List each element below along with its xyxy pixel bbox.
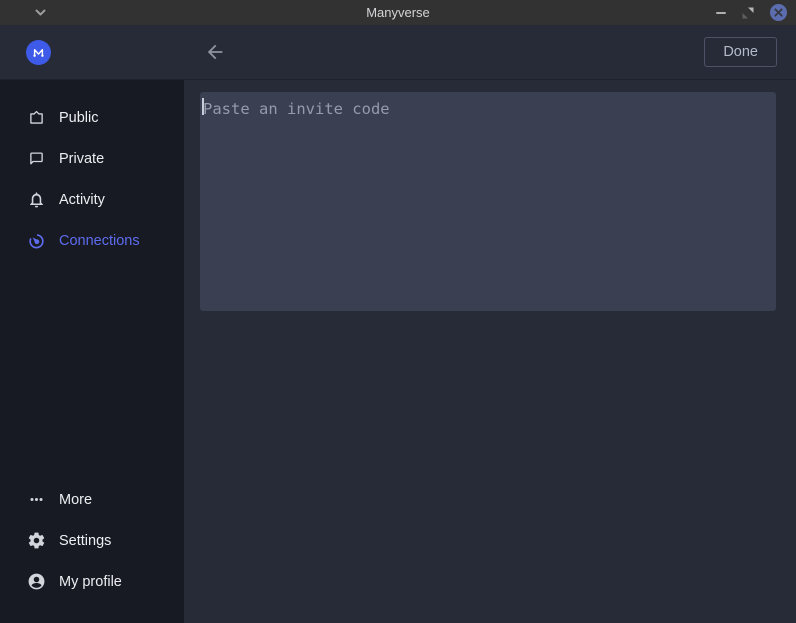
sidebar-spacer — [0, 261, 184, 479]
sidebar: Public Private Activity — [0, 80, 184, 623]
sidebar-item-label: Activity — [59, 192, 105, 208]
sidebar-item-label: Settings — [59, 533, 111, 549]
window-controls — [716, 0, 787, 25]
gauge-icon — [27, 231, 46, 250]
titlebar: Manyverse — [0, 0, 796, 25]
invite-code-input[interactable] — [200, 92, 776, 311]
account-circle-icon — [27, 572, 46, 591]
sidebar-item-public[interactable]: Public — [0, 97, 184, 138]
header: Done — [0, 25, 796, 80]
done-button[interactable]: Done — [704, 37, 777, 67]
app-body: Public Private Activity — [0, 80, 796, 623]
arrow-left-icon — [204, 41, 226, 63]
sidebar-item-activity[interactable]: Activity — [0, 179, 184, 220]
sidebar-item-settings[interactable]: Settings — [0, 520, 184, 561]
message-outline-icon — [27, 149, 46, 168]
window-menu-button[interactable] — [34, 8, 47, 17]
sidebar-item-label: Private — [59, 151, 104, 167]
sidebar-item-label: Connections — [59, 233, 140, 249]
manyverse-logo — [26, 40, 51, 65]
sidebar-item-label: My profile — [59, 574, 122, 590]
close-icon[interactable] — [770, 4, 787, 21]
back-button[interactable] — [202, 39, 228, 65]
minimize-icon[interactable] — [716, 12, 726, 14]
dots-horizontal-icon — [27, 490, 46, 509]
sidebar-item-my-profile[interactable]: My profile — [0, 561, 184, 602]
bell-outline-icon — [27, 190, 46, 209]
chevron-down-icon — [34, 8, 47, 17]
sidebar-item-label: More — [59, 492, 92, 508]
sidebar-item-private[interactable]: Private — [0, 138, 184, 179]
gear-icon — [27, 531, 46, 550]
window-title: Manyverse — [0, 5, 796, 20]
main-content — [184, 80, 796, 623]
home-outline-icon — [27, 108, 46, 127]
logo-zone — [0, 40, 184, 65]
sidebar-item-more[interactable]: More — [0, 479, 184, 520]
sidebar-item-connections[interactable]: Connections — [0, 220, 184, 261]
sidebar-item-label: Public — [59, 110, 99, 126]
restore-icon[interactable] — [742, 7, 754, 19]
